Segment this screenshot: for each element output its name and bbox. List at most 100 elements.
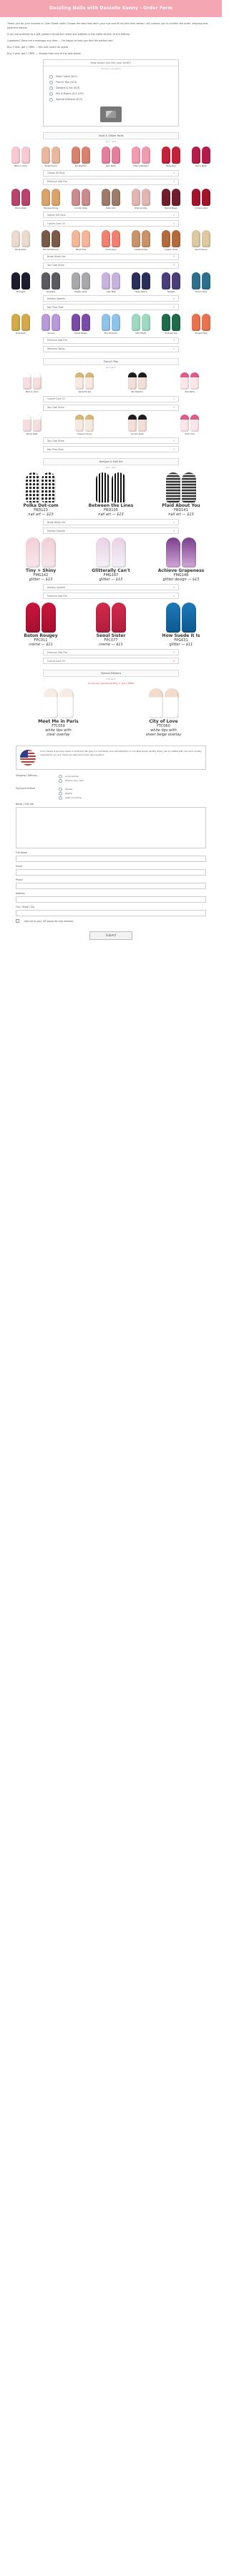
nail-item[interactable]: Glitterally Can't FMG147 glitter — $13	[82, 538, 140, 582]
nail-item[interactable]: Baton Rougey FPC011 creme — $11	[12, 603, 69, 647]
nail-item[interactable]: Sunset Strip	[187, 314, 215, 335]
radio-icon[interactable]	[59, 791, 62, 796]
order-option[interactable]: Solid Colors ($11)	[49, 74, 172, 79]
quantity-field[interactable]: Top Coat Shine 0	[43, 437, 179, 445]
nail-item[interactable]: Sand Dunes	[187, 230, 215, 252]
notes-textarea[interactable]	[16, 807, 206, 849]
quantity-field[interactable]: Remover Wipes 0	[43, 345, 179, 352]
nail-item[interactable]: How Suede It Is FPG031 glitter — $11	[152, 603, 210, 647]
checkbox-icon[interactable]	[16, 919, 19, 923]
quantity-field[interactable]: Top Coat Shine 0	[43, 262, 179, 269]
nail-item[interactable]: Soho Chic	[175, 414, 204, 436]
nail-item[interactable]: Copper Glow	[157, 230, 185, 252]
nail-item[interactable]: Plaid About You FBD141 nail art — $13	[152, 472, 210, 517]
order-option[interactable]: Special Editions ($15)	[49, 96, 172, 102]
nail-item[interactable]: Violet Dream	[67, 314, 95, 335]
radio-icon[interactable]	[49, 86, 53, 90]
quantity-field[interactable]: Holiday Sparkle 0	[43, 584, 179, 591]
radio-icon[interactable]	[59, 796, 62, 800]
order-option[interactable]: French Tips ($13)	[49, 79, 172, 85]
nail-item[interactable]: Rosé All Day	[127, 188, 155, 210]
radio-icon[interactable]	[49, 74, 53, 79]
nail-item[interactable]: Mocha Moment	[36, 230, 65, 252]
submit-button[interactable]: Submit	[89, 931, 132, 941]
radio-icon[interactable]	[49, 80, 53, 84]
quantity-field[interactable]: Holiday Sparkle 0	[43, 295, 179, 302]
nail-item[interactable]: Lilac Mist	[97, 272, 125, 294]
nail-item[interactable]: Merlot Magic	[157, 188, 185, 210]
address-input[interactable]	[16, 896, 206, 903]
nail-item[interactable]: Havana Honey	[36, 188, 65, 210]
nail-item[interactable]: Peach Fizz	[67, 230, 95, 252]
pay-option[interactable]: Cash on pickup	[59, 796, 206, 800]
radio-icon[interactable]	[49, 91, 53, 96]
nail-item[interactable]: Mint Mojito	[127, 314, 155, 335]
quantity-field[interactable]: Bridal Blush Set 0	[43, 519, 179, 526]
nail-item[interactable]: Paris is Yours	[18, 372, 47, 394]
quantity-field[interactable]: Premium Nail File 0	[43, 593, 179, 600]
quantity-field[interactable]: Premium Nail File 0	[43, 337, 179, 344]
quantity-field[interactable]: Nail Prep Pads 0	[43, 304, 179, 311]
nail-item[interactable]: Between the Lines FBD105 nail art — $13	[82, 472, 140, 517]
nail-item[interactable]: Havana Honey	[70, 414, 99, 436]
radio-icon[interactable]	[59, 774, 62, 778]
quantity-field[interactable]: Premium Nail File 0	[43, 178, 179, 185]
vip-checkbox-row[interactable]: Add me to your VIP group for new release…	[16, 919, 206, 923]
phone-input[interactable]	[16, 883, 206, 890]
nail-item[interactable]: Gold Rush	[6, 314, 35, 335]
quantity-field[interactable]: Nail Prep Pads 0	[43, 446, 179, 453]
nail-item[interactable]: Polka Dot-com FBD123 nail art — $13	[12, 472, 69, 517]
nail-item[interactable]: Achieve Grapeness FMG148 glitter design — …	[152, 538, 210, 582]
nail-item[interactable]: Nude Glam	[6, 230, 35, 252]
quantity-field[interactable]: Cuticle Care Oil 0	[43, 220, 179, 227]
quantity-field[interactable]: Holiday Sparkle 0	[43, 527, 179, 535]
quantity-field[interactable]: Starter Set Pack 0	[43, 212, 179, 219]
nail-item[interactable]: Berlin Beat	[6, 188, 35, 210]
nail-item[interactable]: Aurora	[36, 314, 65, 335]
quantity-field[interactable]: Cuticle Care Oil 0	[43, 395, 179, 402]
nail-item[interactable]: London Rose	[67, 188, 95, 210]
city-input[interactable]	[16, 910, 206, 917]
nail-item[interactable]: Tiny + Shiny FMG142 glitter — $13	[12, 538, 69, 582]
nail-item[interactable]: Soho Chic	[97, 188, 125, 210]
nail-item[interactable]: Pink Party	[97, 147, 125, 168]
nail-item[interactable]: Berry Blast	[187, 147, 215, 168]
quantity-field[interactable]: Cuticle Care Oil 0	[43, 658, 179, 665]
radio-icon[interactable]	[49, 97, 53, 101]
nail-item[interactable]: Ocean Glow	[187, 272, 215, 294]
nail-item[interactable]: London Rose	[123, 414, 152, 436]
quantity-field[interactable]: Bridal Blush Set 0	[43, 253, 179, 260]
nail-item[interactable]: City of Love FTC060 white tips with sheer b…	[135, 688, 193, 737]
ship-option[interactable]: Ship to me (+$3)	[59, 778, 206, 783]
nail-item[interactable]: Ruby Red	[157, 147, 185, 168]
nail-item[interactable]: Emerald Isle	[157, 314, 185, 335]
nail-item[interactable]: Crimson Kiss	[187, 188, 215, 210]
nail-item[interactable]: Deep Space	[127, 272, 155, 294]
nail-item[interactable]: Pink Party	[175, 372, 204, 394]
nail-item[interactable]: Pewter Glow	[67, 272, 95, 294]
order-option[interactable]: Mix & Match ($11-$15)	[49, 91, 172, 96]
nail-item[interactable]: Caramel Kiss	[127, 230, 155, 252]
quantity-field[interactable]: Classic Kit Ring 0	[43, 169, 179, 177]
nail-item[interactable]: Sky Shimmer	[97, 314, 125, 335]
nail-item[interactable]: Santa Fe Sol	[70, 372, 99, 394]
nail-item[interactable]: Coral Cove	[97, 230, 125, 252]
nail-item[interactable]: Midnight	[6, 272, 35, 294]
nail-item[interactable]: Seoul Sister FPC077 creme — $11	[82, 603, 140, 647]
radio-icon[interactable]	[59, 787, 62, 791]
nail-item[interactable]: Meet Me in Paris FTC059 white tips with cle…	[30, 688, 87, 737]
nail-item[interactable]: Cherry Blossom	[127, 147, 155, 168]
nail-item[interactable]: Twilight	[157, 272, 185, 294]
name-input[interactable]	[16, 856, 206, 863]
nail-item[interactable]: Berlin Beat	[18, 414, 47, 436]
order-option[interactable]: Designs & Art ($13)	[49, 85, 172, 91]
nail-item[interactable]: Rio Rhythm	[123, 372, 152, 394]
quantity-field[interactable]: Top Coat Shine 0	[43, 404, 179, 411]
quantity-field[interactable]: Premium Nail File 0	[43, 649, 179, 656]
email-input[interactable]	[16, 869, 206, 876]
radio-icon[interactable]	[59, 778, 62, 783]
nail-item[interactable]: Graphite	[36, 272, 65, 294]
nail-item[interactable]: Paris is Yours	[6, 147, 35, 168]
nail-item[interactable]: Rio Rhythm	[67, 147, 95, 168]
nail-item[interactable]: Santa Fe Sol	[36, 147, 65, 168]
